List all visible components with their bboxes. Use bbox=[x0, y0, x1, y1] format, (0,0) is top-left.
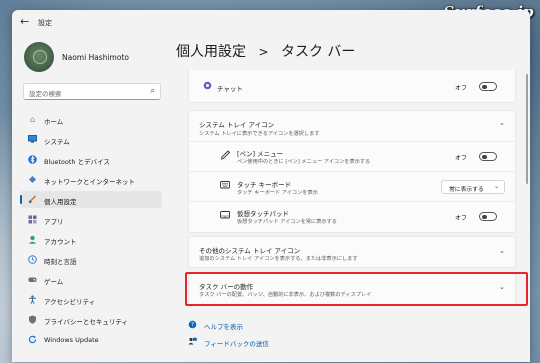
system-tray-header[interactable]: システム トレイ アイコン システム トレイに表示できるアイコンを選択します ⌃ bbox=[189, 111, 515, 141]
breadcrumb-parent[interactable]: 個人用設定 bbox=[176, 44, 246, 60]
other-tray-card[interactable]: その他のシステム トレイ アイコン 追加のシステム トレイ アイコンを表示する、… bbox=[188, 236, 516, 268]
sidebar-item-label: アプリ bbox=[44, 218, 64, 226]
sidebar-item-home[interactable]: ⌂ ホーム bbox=[20, 111, 162, 128]
sidebar-item-accessibility[interactable]: アクセシビリティ bbox=[20, 291, 162, 308]
sidebar-item-label: Windows Update bbox=[44, 336, 99, 344]
touch-keyboard-title: タッチ キーボード bbox=[237, 181, 292, 189]
sidebar-item-label: Bluetooth とデバイス bbox=[44, 158, 110, 166]
dropdown-value: 常に表示する bbox=[449, 187, 484, 193]
globe-clock-icon bbox=[28, 255, 37, 264]
bluetooth-icon bbox=[28, 155, 37, 164]
breadcrumb-current: タスク バー bbox=[280, 44, 356, 60]
chevron-up-icon[interactable]: ⌃ bbox=[499, 122, 505, 130]
sidebar-item-privacy[interactable]: プライバシーとセキュリティ bbox=[20, 311, 162, 328]
sidebar-item-apps[interactable]: アプリ bbox=[20, 211, 162, 228]
pen-menu-toggle[interactable] bbox=[479, 152, 497, 161]
system-tray-subtitle: システム トレイに表示できるアイコンを選択します bbox=[199, 131, 320, 137]
pen-menu-title: [ペン] メニュー bbox=[237, 150, 284, 158]
virtual-touchpad-subtitle: 仮想タッチパッド アイコンを常に表示する bbox=[237, 219, 337, 225]
account-icon bbox=[28, 235, 37, 244]
touch-keyboard-row: タッチ キーボード タッチ キーボード アイコンを表示 常に表示する ⌄ bbox=[189, 172, 515, 201]
breadcrumb-separator: > bbox=[258, 45, 269, 59]
content-pane: チャット オフ システム トレイ アイコン システム トレイに表示できるアイコン… bbox=[172, 70, 524, 362]
keyboard-icon bbox=[220, 181, 230, 191]
accessibility-icon bbox=[28, 295, 37, 304]
chat-icon bbox=[203, 81, 212, 92]
virtual-touchpad-title: 仮想タッチパッド bbox=[237, 210, 289, 218]
monitor-icon bbox=[28, 135, 37, 144]
chat-toggle-state: オフ bbox=[455, 85, 468, 92]
virtual-touchpad-row: 仮想タッチパッド 仮想タッチパッド アイコンを常に表示する オフ bbox=[189, 202, 515, 231]
touch-keyboard-subtitle: タッチ キーボード アイコンを表示 bbox=[237, 190, 318, 196]
feedback-link[interactable]: フィードバックの送信 bbox=[204, 338, 269, 348]
sidebar-item-label: ネットワークとインターネット bbox=[44, 178, 135, 186]
sidebar-item-windows-update[interactable]: Windows Update bbox=[20, 331, 162, 348]
sidebar-item-personalization[interactable]: 個人用設定 bbox=[20, 191, 162, 208]
help-link[interactable]: ヘルプを表示 bbox=[204, 321, 243, 331]
system-tray-title: システム トレイ アイコン bbox=[199, 121, 275, 129]
sidebar-item-label: システム bbox=[44, 138, 70, 146]
paintbrush-icon bbox=[28, 195, 37, 204]
sidebar-item-label: アカウント bbox=[44, 238, 77, 246]
pen-icon bbox=[220, 150, 231, 162]
scrollbar[interactable] bbox=[526, 74, 528, 184]
wifi-icon bbox=[28, 175, 37, 184]
selection-indicator bbox=[20, 195, 22, 204]
sidebar-item-label: 個人用設定 bbox=[44, 198, 77, 206]
virtual-touchpad-toggle[interactable] bbox=[479, 212, 497, 221]
svg-text:?: ? bbox=[191, 322, 194, 329]
search-placeholder: 設定の検索 bbox=[29, 90, 62, 98]
sidebar-item-system[interactable]: システム bbox=[20, 131, 162, 148]
chevron-down-icon: ⌄ bbox=[493, 183, 499, 190]
sidebar-item-label: ゲーム bbox=[44, 278, 64, 286]
system-tray-card: システム トレイ アイコン システム トレイに表示できるアイコンを選択します ⌃… bbox=[188, 110, 516, 233]
chevron-down-icon[interactable]: ⌄ bbox=[499, 247, 505, 255]
shield-icon bbox=[28, 315, 37, 324]
touchpad-icon bbox=[220, 211, 230, 221]
chat-label: チャット bbox=[217, 85, 243, 93]
chat-row: チャット オフ bbox=[188, 70, 516, 103]
app-title: 設定 bbox=[38, 19, 52, 27]
sidebar-item-gaming[interactable]: ゲーム bbox=[20, 271, 162, 288]
title-bar: ← 設定 bbox=[12, 10, 530, 36]
search-input[interactable]: 設定の検索 ⌕ bbox=[23, 83, 161, 100]
sidebar-item-accounts[interactable]: アカウント bbox=[20, 231, 162, 248]
apps-icon bbox=[28, 215, 37, 224]
feedback-icon bbox=[188, 337, 197, 348]
touch-keyboard-dropdown[interactable]: 常に表示する ⌄ bbox=[441, 180, 505, 194]
user-name: Naomi Hashimoto bbox=[62, 53, 129, 62]
sidebar-item-label: アクセシビリティ bbox=[44, 298, 96, 306]
sidebar-item-label: ホーム bbox=[44, 118, 64, 126]
sidebar-item-label: 時刻と言語 bbox=[44, 258, 77, 266]
search-icon[interactable]: ⌕ bbox=[151, 86, 155, 96]
avatar[interactable] bbox=[24, 42, 54, 72]
pen-menu-toggle-state: オフ bbox=[455, 155, 468, 162]
sidebar-item-time-language[interactable]: 時刻と言語 bbox=[20, 251, 162, 268]
back-arrow-icon[interactable]: ← bbox=[20, 15, 29, 28]
page-title: 個人用設定 > タスク バー bbox=[176, 41, 355, 61]
other-tray-subtitle: 追加のシステム トレイ アイコンを表示する、または非表示にします bbox=[199, 256, 358, 262]
home-icon: ⌂ bbox=[29, 115, 36, 124]
annotation-highlight bbox=[185, 272, 528, 306]
gamepad-icon bbox=[28, 275, 37, 284]
settings-window: ← 設定 Naomi Hashimoto 設定の検索 ⌕ ⌂ ホーム システム … bbox=[12, 10, 530, 362]
chat-toggle[interactable] bbox=[479, 82, 497, 91]
help-icon: ? bbox=[188, 320, 197, 331]
virtual-touchpad-toggle-state: オフ bbox=[455, 215, 468, 222]
update-icon bbox=[28, 335, 37, 344]
sidebar-item-label: プライバシーとセキュリティ bbox=[44, 318, 128, 326]
sidebar-item-bluetooth[interactable]: Bluetooth とデバイス bbox=[20, 151, 162, 168]
other-tray-title: その他のシステム トレイ アイコン bbox=[199, 247, 301, 255]
pen-menu-subtitle: ペン使用中のときに [ペン] メニュー アイコンを表示する bbox=[237, 159, 371, 165]
pen-menu-row: [ペン] メニュー ペン使用中のときに [ペン] メニュー アイコンを表示する … bbox=[189, 142, 515, 171]
sidebar-item-network[interactable]: ネットワークとインターネット bbox=[20, 171, 162, 188]
